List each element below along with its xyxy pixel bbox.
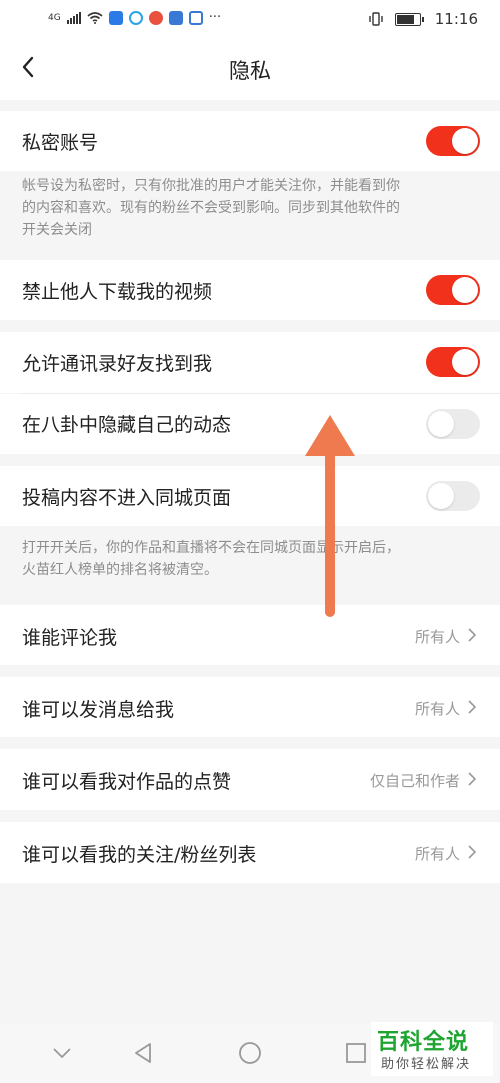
chevron-right-icon — [468, 700, 477, 714]
setting-label: 允许通讯录好友找到我 — [22, 353, 213, 375]
chevron-right-icon — [468, 845, 477, 859]
toggle-knob — [452, 128, 478, 154]
clock: 11:16 — [434, 10, 478, 28]
wifi-icon — [87, 11, 103, 24]
setting-label: 私密账号 — [22, 132, 99, 154]
setting-row-hide-gossip[interactable]: 在八卦中隐藏自己的动态 — [0, 394, 500, 454]
no-same-city-description: 打开开关后，你的作品和直播将不会在同城页面显示开启后， 火苗红人榜单的排名将被清… — [0, 537, 500, 593]
signal-icon — [66, 11, 81, 24]
toggle-knob — [452, 277, 478, 303]
setting-row-likes[interactable]: 谁可以看我对作品的点赞 仅自己和作者 — [0, 749, 500, 810]
chevron-down-icon[interactable] — [50, 1041, 74, 1065]
setting-value: 所有人 — [414, 700, 460, 718]
setting-row-comment[interactable]: 谁能评论我 所有人 — [0, 605, 500, 665]
desc-line: 帐号设为私密时，只有你批准的用户才能关注你，并能看到你 — [22, 178, 400, 194]
shield-app-icon — [108, 10, 123, 25]
setting-row-contacts-find[interactable]: 允许通讯录好友找到我 — [0, 332, 500, 393]
status-left: 4G ··· — [48, 10, 221, 25]
chevron-right-icon — [468, 628, 477, 642]
setting-label: 禁止他人下载我的视频 — [22, 281, 213, 303]
block-download-toggle[interactable] — [426, 275, 480, 305]
more-notifications-icon: ··· — [208, 10, 222, 25]
tieba-app-icon — [168, 10, 183, 25]
browser-app-icon — [128, 10, 143, 25]
watermark-logo: 百科全说 助你轻松解决 — [371, 1022, 493, 1076]
setting-row-block-download[interactable]: 禁止他人下载我的视频 — [0, 260, 500, 320]
setting-row-private-account[interactable]: 私密账号 — [0, 111, 500, 171]
toggle-knob — [452, 349, 478, 375]
setting-label: 谁可以发消息给我 — [22, 699, 175, 721]
setting-label: 谁能评论我 — [22, 627, 118, 649]
toggle-knob — [428, 411, 454, 437]
setting-row-follow-list[interactable]: 谁可以看我的关注/粉丝列表 所有人 — [0, 822, 500, 883]
watermark-title: 百科全说 — [377, 1030, 470, 1055]
baidu-app-icon — [188, 10, 203, 25]
desc-line: 火苗红人榜单的排名将被清空。 — [22, 562, 218, 578]
vibrate-icon — [369, 12, 383, 26]
setting-label: 在八卦中隐藏自己的动态 — [22, 414, 232, 436]
no-same-city-toggle[interactable] — [426, 481, 480, 511]
page-title: 隐私 — [229, 59, 271, 83]
battery-icon — [394, 12, 424, 26]
network-type: 4G — [48, 12, 61, 23]
setting-value: 所有人 — [414, 628, 460, 646]
contacts-find-toggle[interactable] — [426, 347, 480, 377]
status-right: 11:16 — [367, 10, 478, 28]
private-account-toggle[interactable] — [426, 126, 480, 156]
status-bar: 4G ··· 11:16 — [0, 0, 500, 38]
nav-bar: 隐私 — [0, 38, 500, 100]
toggle-knob — [428, 483, 454, 509]
private-account-description: 帐号设为私密时，只有你批准的用户才能关注你，并能看到你 的内容和喜欢。现有的粉丝… — [0, 175, 500, 255]
desc-line: 的内容和喜欢。现有的粉丝不会受到影响。同步到其他软件的 — [22, 200, 400, 216]
chevron-right-icon — [468, 772, 477, 786]
desc-line: 开关会关闭 — [22, 222, 92, 238]
hide-gossip-toggle[interactable] — [426, 409, 480, 439]
setting-label: 投稿内容不进入同城页面 — [22, 487, 232, 509]
setting-value: 所有人 — [414, 845, 460, 863]
desc-line: 打开开关后，你的作品和直播将不会在同城页面显示开启后， — [22, 540, 400, 556]
back-triangle-icon[interactable] — [131, 1041, 155, 1065]
setting-label: 谁可以看我的关注/粉丝列表 — [22, 844, 257, 866]
weibo-app-icon — [148, 10, 163, 25]
setting-value: 仅自己和作者 — [369, 772, 460, 790]
setting-label: 谁可以看我对作品的点赞 — [22, 771, 232, 793]
setting-row-no-same-city[interactable]: 投稿内容不进入同城页面 — [0, 466, 500, 526]
watermark-subtitle: 助你轻松解决 — [381, 1057, 472, 1072]
recents-square-icon[interactable] — [344, 1041, 368, 1065]
setting-row-message[interactable]: 谁可以发消息给我 所有人 — [0, 677, 500, 737]
home-circle-icon[interactable] — [238, 1041, 262, 1065]
